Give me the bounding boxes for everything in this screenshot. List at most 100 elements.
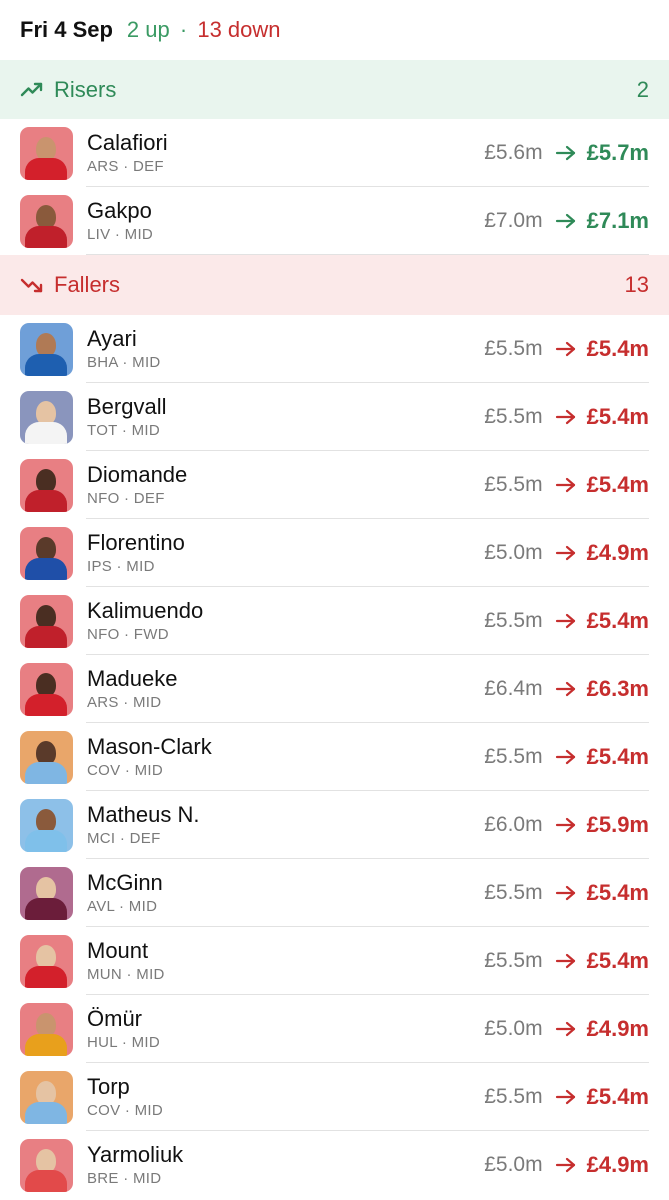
avatar-shirt — [25, 489, 67, 512]
player-team-position: IPS · MID — [87, 558, 155, 575]
player-team-position: COV · MID — [87, 762, 164, 779]
avatar-shirt — [25, 965, 67, 988]
player-avatar — [20, 866, 73, 920]
player-row[interactable]: Ayari BHA · MID £5.5m £5.4m — [0, 315, 669, 383]
player-row[interactable]: Bergvall TOT · MID £5.5m £5.4m — [0, 383, 669, 451]
avatar-shirt — [25, 693, 67, 716]
price-change: £5.5m £5.4m — [484, 472, 669, 498]
player-avatar — [20, 662, 73, 716]
arrow-right-icon — [555, 1020, 577, 1038]
fallers-count: 13 — [624, 272, 649, 297]
player-avatar — [20, 526, 73, 580]
player-name: Ayari — [87, 326, 137, 351]
new-price: £6.3m — [586, 676, 649, 701]
player-info: Kalimuendo NFO · FWD — [87, 598, 484, 644]
player-team-position: MCI · DEF — [87, 830, 161, 847]
player-team-position: HUL · MID — [87, 1034, 160, 1051]
player-info: Gakpo LIV · MID — [87, 198, 484, 244]
player-row[interactable]: Mason-Clark COV · MID £5.5m £5.4m — [0, 723, 669, 791]
avatar-shirt — [25, 625, 67, 648]
avatar-head — [36, 604, 56, 629]
avatar-head — [36, 1080, 56, 1105]
price-change: £5.5m £5.4m — [484, 744, 669, 770]
price-change: £5.0m £4.9m — [484, 1152, 669, 1178]
old-price: £5.5m — [484, 473, 543, 496]
price-change: £5.5m £5.4m — [484, 336, 669, 362]
player-avatar — [20, 1002, 73, 1056]
old-price: £5.5m — [484, 337, 543, 360]
avatar-head — [36, 1148, 56, 1173]
avatar-shirt — [25, 353, 67, 376]
arrow-right-icon — [555, 340, 577, 358]
old-price: £5.5m — [484, 609, 543, 632]
old-price: £6.4m — [484, 677, 543, 700]
avatar-shirt — [25, 557, 67, 580]
arrow-right-icon — [555, 144, 577, 162]
player-avatar — [20, 390, 73, 444]
player-avatar — [20, 934, 73, 988]
player-row[interactable]: Ömür HUL · MID £5.0m £4.9m — [0, 995, 669, 1063]
new-price: £5.4m — [586, 744, 649, 769]
player-name: Madueke — [87, 666, 178, 691]
arrow-right-icon — [555, 1156, 577, 1174]
player-row[interactable]: Yarmoliuk BRE · MID £5.0m £4.9m — [0, 1131, 669, 1199]
player-info: Ayari BHA · MID — [87, 326, 484, 372]
player-team-position: NFO · DEF — [87, 490, 165, 507]
avatar-head — [36, 136, 56, 161]
player-row[interactable]: Gakpo LIV · MID £7.0m £7.1m — [0, 187, 669, 255]
player-name: Gakpo — [87, 198, 152, 223]
player-name: Diomande — [87, 462, 188, 487]
change-summary: 2 up · 13 down — [127, 17, 281, 43]
player-row[interactable]: Diomande NFO · DEF £5.5m £5.4m — [0, 451, 669, 519]
arrow-right-icon — [555, 816, 577, 834]
player-info: Calafiori ARS · DEF — [87, 131, 484, 176]
player-name: Bergvall — [87, 394, 167, 419]
old-price: £5.5m — [484, 745, 543, 768]
new-price: £5.4m — [586, 608, 649, 633]
avatar-head — [36, 876, 56, 901]
avatar-shirt — [25, 157, 67, 180]
player-row[interactable]: Matheus N. MCI · DEF £6.0m £5.9m — [0, 791, 669, 859]
new-price: £5.4m — [586, 948, 649, 973]
player-name: Florentino — [87, 530, 185, 555]
player-row[interactable]: Kalimuendo NFO · FWD £5.5m £5.4m — [0, 587, 669, 655]
player-team-position: MUN · MID — [87, 966, 165, 983]
trending-down-icon — [20, 275, 44, 295]
player-info: Mason-Clark COV · MID — [87, 734, 484, 780]
fallers-list: Ayari BHA · MID £5.5m £5.4m Bergvall TOT · MI… — [0, 315, 669, 1199]
arrow-right-icon — [555, 212, 577, 230]
player-info: Madueke ARS · MID — [87, 666, 484, 712]
player-name: Mason-Clark — [87, 734, 212, 759]
new-price: £5.4m — [586, 404, 649, 429]
player-row[interactable]: McGinn AVL · MID £5.5m £5.4m — [0, 859, 669, 927]
old-price: £7.0m — [484, 209, 543, 232]
risers-section-header[interactable]: Risers 2 — [0, 60, 669, 119]
fallers-section-header[interactable]: Fallers 13 — [0, 255, 669, 315]
arrow-right-icon — [555, 408, 577, 426]
new-price: £4.9m — [586, 540, 649, 565]
new-price: £4.9m — [586, 1016, 649, 1041]
new-price: £5.4m — [586, 880, 649, 905]
player-team-position: NFO · FWD — [87, 626, 169, 643]
player-avatar — [20, 1070, 73, 1124]
new-price: £4.9m — [586, 1152, 649, 1177]
player-team-position: ARS · MID — [87, 694, 162, 711]
player-row[interactable]: Mount MUN · MID £5.5m £5.4m — [0, 927, 669, 995]
player-row[interactable]: Torp COV · MID £5.5m £5.4m — [0, 1063, 669, 1131]
player-row[interactable]: Florentino IPS · MID £5.0m £4.9m — [0, 519, 669, 587]
player-row[interactable]: Madueke ARS · MID £6.4m £6.3m — [0, 655, 669, 723]
player-avatar — [20, 126, 73, 180]
player-row[interactable]: Calafiori ARS · DEF £5.6m £5.7m — [0, 119, 669, 187]
player-info: Florentino IPS · MID — [87, 530, 484, 576]
player-info: McGinn AVL · MID — [87, 871, 484, 916]
summary-separator: · — [179, 17, 188, 42]
player-info: Bergvall TOT · MID — [87, 394, 484, 440]
player-avatar — [20, 594, 73, 648]
price-change: £6.0m £5.9m — [484, 812, 669, 838]
arrow-right-icon — [555, 612, 577, 630]
player-info: Ömür HUL · MID — [87, 1007, 484, 1052]
player-team-position: LIV · MID — [87, 226, 154, 243]
old-price: £6.0m — [484, 813, 543, 836]
player-name: Kalimuendo — [87, 598, 204, 623]
risers-list: Calafiori ARS · DEF £5.6m £5.7m Gakpo LIV · M… — [0, 119, 669, 255]
